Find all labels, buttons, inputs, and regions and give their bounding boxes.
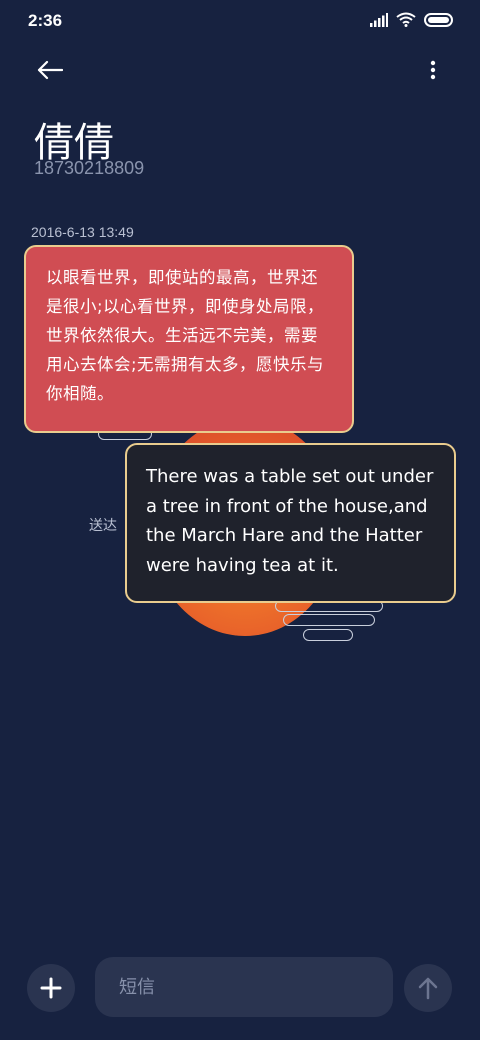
message-timestamp: 2016-6-13 13:49 <box>31 224 134 240</box>
sent-message-bubble[interactable]: There was a table set out under a tree i… <box>125 443 456 603</box>
composer-bar <box>0 950 480 1030</box>
send-arrow-up-icon <box>418 977 438 1000</box>
send-button[interactable] <box>404 964 452 1012</box>
status-bar: 2:36 <box>0 0 480 40</box>
delivery-status: 送达 <box>89 517 117 533</box>
decorative-cloud-line <box>283 614 375 626</box>
contact-number: 18730218809 <box>34 158 145 178</box>
wifi-icon <box>396 12 416 27</box>
signal-icon <box>370 12 388 27</box>
status-time: 2:36 <box>28 11 63 30</box>
message-input[interactable] <box>95 957 393 1017</box>
decorative-cloud-line <box>303 629 353 641</box>
plus-icon <box>40 977 62 999</box>
add-attachment-button[interactable] <box>27 964 75 1012</box>
back-arrow-icon <box>37 60 63 80</box>
top-bar <box>0 44 480 94</box>
status-icons <box>370 12 454 27</box>
back-button[interactable] <box>30 52 70 88</box>
battery-icon <box>424 12 453 27</box>
more-vertical-icon <box>430 60 436 80</box>
more-options-button[interactable] <box>418 52 448 88</box>
received-message-bubble[interactable]: 以眼看世界，即使站的最高，世界还是很小;以心看世界，即使身处局限，世界依然很大。… <box>24 245 354 433</box>
